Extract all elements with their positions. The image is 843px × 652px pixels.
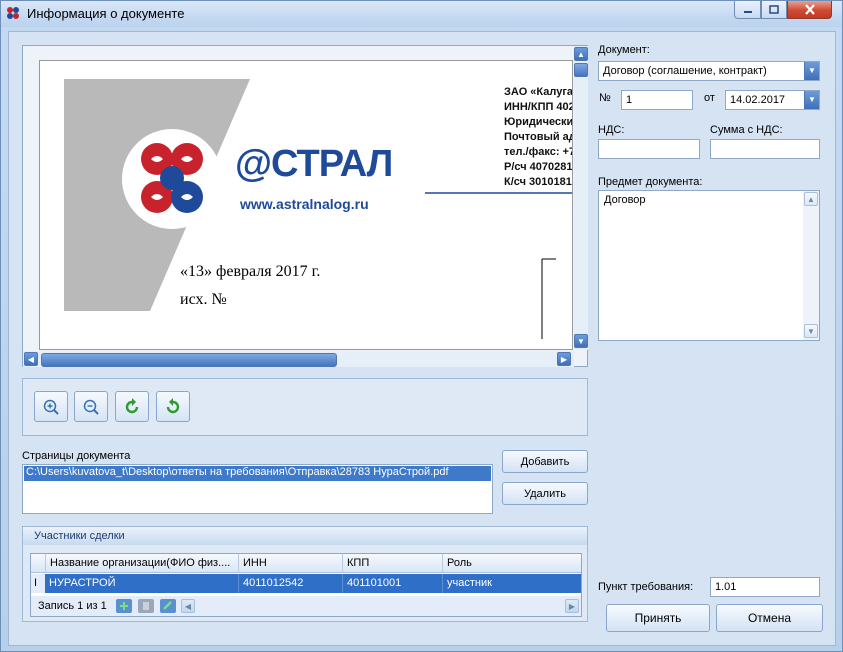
dropdown-button[interactable]: ▼ (804, 62, 819, 80)
column-header-name[interactable]: Название организации(ФИО физ.... (45, 554, 238, 573)
horizontal-scroll-thumb[interactable] (41, 353, 337, 367)
document-type-select[interactable]: Договор (соглашение, контракт) ▼ (598, 61, 820, 81)
letterhead-details: ЗАО «Калуга АИНН/КПП 402ЮридическийПочто… (504, 86, 573, 188)
row-indicator-icon: I (31, 574, 45, 593)
window-title: Информация о документе (27, 6, 185, 21)
zoom-in-button[interactable] (34, 391, 68, 422)
client-area: @СТРАЛ www.astralnalog.ru ЗАО «Калуга АИ… (8, 31, 836, 646)
logo-url-text: www.astralnalog.ru (240, 196, 369, 212)
date-from-label: от (704, 92, 715, 104)
document-label: Документ: (598, 44, 650, 56)
chevron-up-icon: ▲ (577, 49, 585, 59)
logo-brand-text: @СТРАЛ (235, 143, 393, 185)
chevron-left-icon: ◀ (27, 354, 35, 364)
scroll-left-button[interactable]: ◀ (24, 352, 38, 366)
list-item[interactable]: C:\Users\kuvatova_t\Desktop\ответы на тр… (24, 466, 491, 481)
document-date-picker[interactable]: 14.02.2017 ▼ (725, 90, 820, 110)
subject-label: Предмет документа: (598, 176, 703, 188)
chevron-right-icon: ▶ (560, 354, 568, 364)
vat-field[interactable] (598, 139, 700, 159)
cell-name[interactable]: НУРАСТРОЙ (45, 574, 238, 593)
chevron-down-icon: ▼ (808, 95, 816, 104)
sum-with-vat-label: Сумма с НДС: (710, 124, 783, 136)
chevron-right-icon: ▶ (568, 601, 576, 611)
chevron-up-icon: ▲ (807, 194, 815, 204)
chevron-down-icon: ▼ (807, 326, 815, 336)
cell-kpp[interactable]: 401101001 (342, 574, 442, 593)
scroll-down-button[interactable]: ▼ (574, 334, 588, 348)
zoom-in-icon (43, 399, 59, 415)
document-date-value: 14.02.2017 (730, 94, 786, 106)
textarea-scroll-down[interactable]: ▼ (804, 324, 818, 338)
rotate-right-icon (166, 397, 180, 413)
pager-scroll-left[interactable]: ◀ (181, 599, 195, 613)
grid-pager: Запись 1 из 1 ◀ ▶ (31, 596, 581, 616)
rotate-right-button[interactable] (156, 391, 190, 422)
maximize-icon (769, 5, 779, 14)
number-label: № (599, 92, 611, 104)
rotate-left-button[interactable] (115, 391, 149, 422)
textarea-scroll-up[interactable]: ▲ (804, 192, 818, 206)
chevron-down-icon: ▼ (808, 66, 816, 75)
remove-page-button[interactable]: Удалить (502, 482, 588, 505)
requirement-field[interactable]: 1.01 (710, 577, 820, 597)
scroll-right-button[interactable]: ▶ (557, 352, 571, 366)
accept-button[interactable]: Принять (606, 604, 710, 632)
vat-label: НДС: (598, 124, 625, 136)
delete-record-icon[interactable] (137, 598, 155, 614)
zoom-out-icon (83, 399, 99, 415)
participants-grid[interactable]: Название организации(ФИО физ.... ИНН КПП… (30, 553, 582, 617)
preview-horizontal-scrollbar[interactable]: ◀ ▶ (23, 351, 574, 367)
add-page-button[interactable]: Добавить (502, 450, 588, 473)
close-icon (804, 4, 815, 15)
vertical-scroll-thumb[interactable] (574, 63, 588, 77)
document-number-field[interactable]: 1 (621, 90, 693, 110)
column-header-kpp[interactable]: КПП (342, 554, 442, 573)
app-icon (7, 7, 19, 19)
add-record-icon[interactable] (115, 598, 133, 614)
preview-toolbar (22, 378, 588, 436)
rotate-left-icon (125, 397, 139, 413)
document-date: «13» февраля 2017 г. (180, 263, 321, 280)
close-button[interactable] (787, 1, 832, 19)
table-row[interactable]: I НУРАСТРОЙ 4011012542 401101001 участни… (31, 574, 581, 593)
participants-group: Участники сделки Название организации(ФИ… (22, 526, 588, 622)
pages-list[interactable]: C:\Users\kuvatova_t\Desktop\ответы на тр… (22, 464, 493, 514)
minimize-button[interactable] (734, 1, 761, 19)
subject-text: Договор (604, 194, 646, 206)
zoom-out-button[interactable] (74, 391, 108, 422)
participants-title: Участники сделки (23, 527, 587, 545)
sum-with-vat-field[interactable] (710, 139, 820, 159)
row-indicator-header (31, 554, 45, 573)
document-preview[interactable]: @СТРАЛ www.astralnalog.ru ЗАО «Калуга АИ… (22, 45, 588, 367)
pager-scroll-right[interactable]: ▶ (565, 599, 579, 613)
scroll-up-button[interactable]: ▲ (574, 47, 588, 61)
document-type-value: Договор (соглашение, контракт) (603, 65, 767, 77)
document-ref: исх. № (180, 291, 227, 308)
cell-inn[interactable]: 4011012542 (238, 574, 342, 593)
cancel-button[interactable]: Отмена (716, 604, 823, 632)
astral-logo-icon (141, 143, 203, 213)
record-counter: Запись 1 из 1 (38, 600, 107, 612)
chevron-down-icon: ▼ (577, 336, 585, 346)
preview-vertical-scrollbar[interactable]: ▲ ▼ (574, 46, 588, 350)
cell-role[interactable]: участник (442, 574, 581, 593)
subject-scrollbar[interactable]: ▲ ▼ (803, 191, 819, 340)
grid-header: Название организации(ФИО физ.... ИНН КПП… (31, 554, 581, 573)
pages-label: Страницы документа (22, 450, 131, 462)
date-dropdown-button[interactable]: ▼ (804, 91, 819, 109)
subject-textarea[interactable]: Договор ▲ ▼ (598, 190, 820, 341)
preview-page: @СТРАЛ www.astralnalog.ru ЗАО «Калуга АИ… (39, 60, 573, 350)
title-bar[interactable]: Информация о документе (1, 1, 842, 27)
requirement-label: Пункт требования: (598, 581, 694, 593)
column-header-inn[interactable]: ИНН (238, 554, 342, 573)
document-info-window: Информация о документе @СТРАЛ www.astral… (0, 0, 843, 652)
edit-record-icon[interactable] (159, 598, 177, 614)
column-header-role[interactable]: Роль (442, 554, 581, 573)
maximize-button[interactable] (761, 1, 787, 19)
chevron-left-icon: ◀ (184, 601, 192, 611)
minimize-icon (743, 10, 752, 13)
